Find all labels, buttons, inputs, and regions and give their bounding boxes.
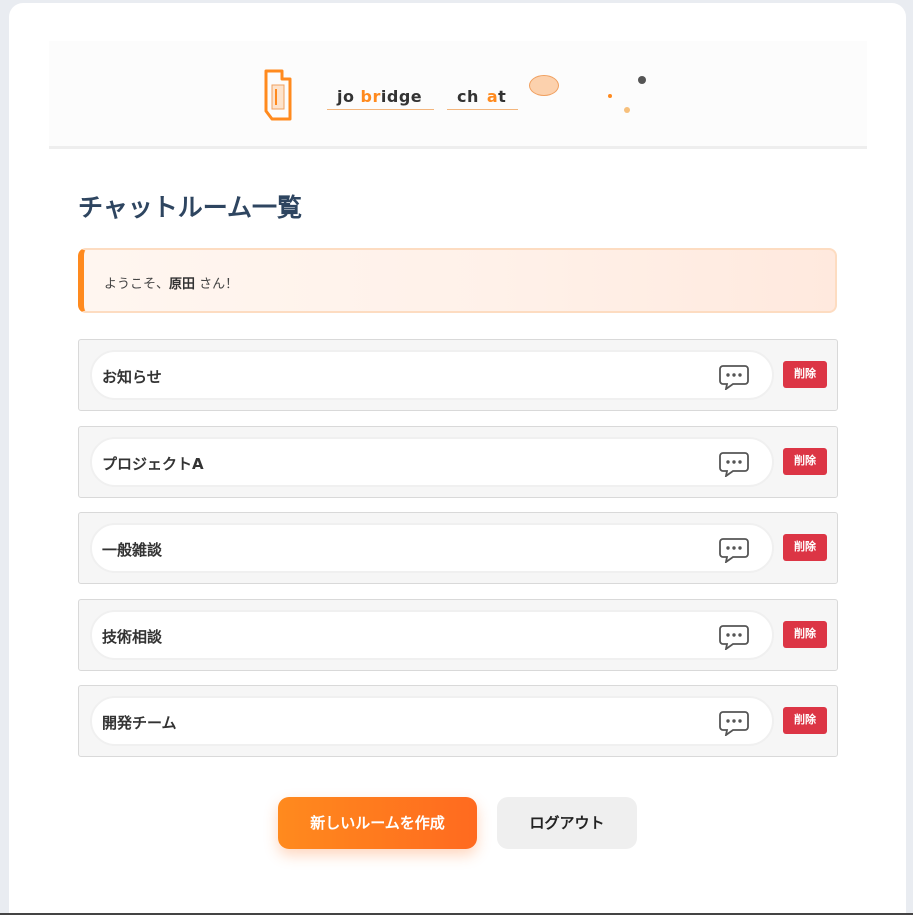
room-item: 技術相談 削除 bbox=[78, 599, 838, 671]
logo-dot-decoration bbox=[638, 76, 646, 84]
room-link[interactable]: お知らせ bbox=[90, 350, 774, 400]
page-title: チャットルーム一覧 bbox=[78, 193, 303, 222]
delete-button[interactable]: 削除 bbox=[783, 361, 827, 388]
chat-bubble-icon bbox=[719, 538, 749, 563]
room-item: 開発チーム 削除 bbox=[78, 685, 838, 757]
delete-button[interactable]: 削除 bbox=[783, 621, 827, 648]
logo-text-chat: ch at bbox=[447, 87, 519, 110]
chat-bubble-icon bbox=[719, 365, 749, 390]
room-name: 開発チーム bbox=[102, 714, 177, 732]
username: 原田 bbox=[169, 277, 196, 292]
logo-dot-decoration bbox=[624, 107, 630, 113]
delete-button[interactable]: 削除 bbox=[783, 707, 827, 734]
room-link[interactable]: プロジェクトA bbox=[90, 437, 774, 487]
delete-button[interactable]: 削除 bbox=[783, 534, 827, 561]
room-name: 一般雑談 bbox=[102, 541, 163, 559]
room-name: プロジェクトA bbox=[102, 455, 204, 473]
create-room-button[interactable]: 新しいルームを作成 bbox=[278, 797, 477, 849]
room-link[interactable]: 技術相談 bbox=[90, 610, 774, 660]
room-name: お知らせ bbox=[102, 368, 162, 386]
logo-text-job: jo bridge bbox=[327, 87, 435, 110]
room-link[interactable]: 一般雑談 bbox=[90, 523, 774, 573]
chat-bubble-icon bbox=[719, 452, 749, 477]
logout-button[interactable]: ログアウト bbox=[497, 797, 637, 849]
delete-button[interactable]: 削除 bbox=[783, 448, 827, 475]
room-name: 技術相談 bbox=[102, 628, 163, 646]
room-item: プロジェクトA 削除 bbox=[78, 426, 838, 498]
logo-icon bbox=[264, 69, 292, 121]
logo-bubble-decoration bbox=[529, 75, 559, 96]
room-item: お知らせ 削除 bbox=[78, 339, 838, 411]
chat-bubble-icon bbox=[719, 711, 749, 736]
logo-dot-decoration bbox=[608, 94, 612, 98]
app-header: jo bridge ch at bbox=[49, 41, 867, 149]
welcome-banner: ようこそ、原田 さん！ bbox=[78, 248, 837, 313]
room-item: 一般雑談 削除 bbox=[78, 512, 838, 584]
chat-bubble-icon bbox=[719, 625, 749, 650]
room-link[interactable]: 開発チーム bbox=[90, 696, 774, 746]
